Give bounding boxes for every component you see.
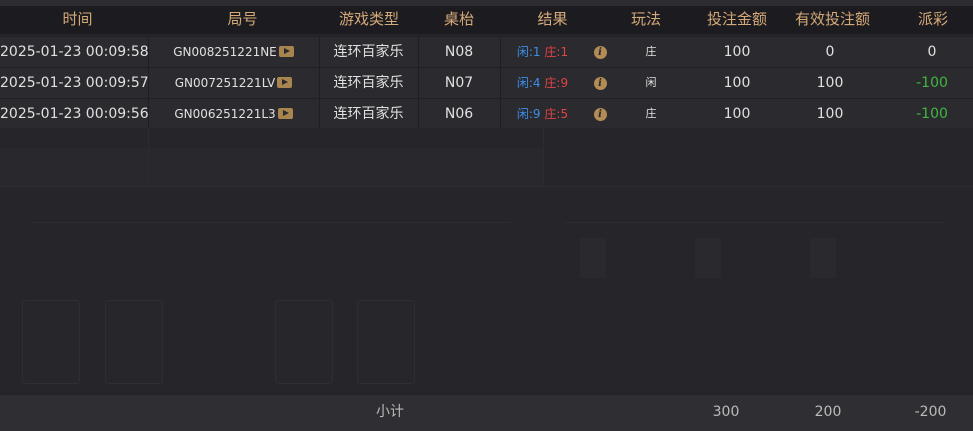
row-round[interactable]: GN006251221L3 [148,99,319,129]
row-valid-bet: 100 [816,106,844,122]
column-header-game-type: 游戏类型 [338,10,399,28]
row-time: 2025-01-23 00:09:56 [0,106,149,122]
column-header-time: 时间 [62,10,93,28]
row-round[interactable]: GN008251221NE [148,37,319,67]
row-round[interactable]: GN007251221LV [148,68,319,98]
row-bet: 100 [723,106,751,122]
divider [565,222,945,223]
row-play: 庄 [645,107,657,120]
column-header-round: 局号 [227,10,258,28]
play-video-icon[interactable] [277,77,293,88]
row-result: 闲:4 庄:9 [516,76,569,90]
row-payout: -100 [916,106,948,122]
row-bet: 100 [723,75,751,91]
row-play: 闲 [645,76,657,89]
dimmed-panel [0,148,543,186]
row-game-type: 连环百家乐 [333,106,404,122]
row-game-type: 连环百家乐 [333,44,404,60]
play-video-icon[interactable] [278,46,294,57]
info-icon[interactable]: i [593,76,607,90]
row-game-type: 连环百家乐 [333,75,404,91]
row-result: 闲:9 庄:5 [516,107,569,121]
divider [30,222,510,223]
divider [543,128,544,186]
table-row: 2025-01-23 00:09:57 GN007251221LV 连环百家乐 … [0,68,973,99]
column-header-table: 桌枱 [443,10,474,28]
row-valid-bet: 0 [825,44,835,60]
table-row: 2025-01-23 00:09:58 GN008251221NE 连环百家乐 … [0,37,973,68]
info-button[interactable]: i [585,99,615,129]
row-time: 2025-01-23 00:09:57 [0,75,149,91]
info-icon[interactable]: i [593,45,607,59]
divider [0,186,973,187]
card-back [105,300,163,384]
subtotal-valid-bet: 200 [814,404,842,420]
row-payout: -100 [916,75,948,91]
column-header-bet: 投注金额 [706,10,767,28]
play-video-icon[interactable] [277,108,293,119]
ghost-icon [695,238,721,278]
column-header-valid-bet: 有效投注额 [794,10,870,28]
subtotal-row: 小计 300 200 -200 [0,395,973,431]
card-back [22,300,80,384]
row-bet: 100 [723,44,751,60]
row-result: 闲:1 庄:1 [516,45,569,59]
column-header-play: 玩法 [630,10,661,28]
card-back [357,300,415,384]
ghost-icon [580,238,606,278]
divider [148,128,149,186]
subtotal-bet: 300 [712,404,740,420]
row-table: N06 [444,106,474,122]
ghost-icon [810,238,836,278]
table-row: 2025-01-23 00:09:56 GN006251221L3 连环百家乐 … [0,99,973,130]
row-payout: 0 [927,44,937,60]
row-valid-bet: 100 [816,75,844,91]
card-back [275,300,333,384]
row-time: 2025-01-23 00:09:58 [0,44,149,60]
info-icon[interactable]: i [593,107,607,121]
row-table: N08 [444,44,474,60]
column-header-result: 结果 [537,10,568,28]
row-table: N07 [444,75,474,91]
table-header: 时间 局号 游戏类型 桌枱 结果 玩法 投注金额 有效投注额 派彩 [0,6,973,34]
row-play: 庄 [645,45,657,58]
info-button[interactable]: i [585,37,615,67]
subtotal-payout: -200 [914,404,947,420]
column-header-payout: 派彩 [917,10,948,28]
info-button[interactable]: i [585,68,615,98]
subtotal-label: 小计 [376,404,404,420]
